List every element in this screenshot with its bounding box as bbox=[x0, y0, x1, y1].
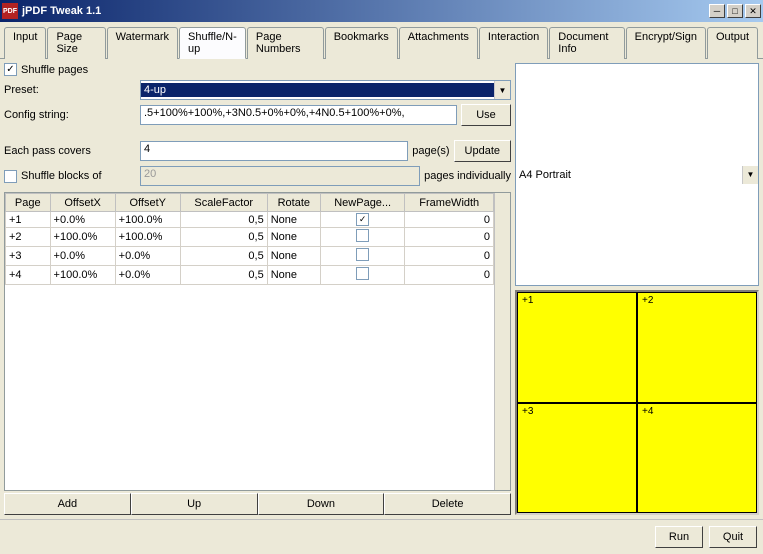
minimize-button[interactable]: ─ bbox=[709, 4, 725, 18]
shuffle-blocks-input: 20 bbox=[140, 166, 420, 186]
page-format-value: A4 Portrait bbox=[516, 168, 742, 182]
shuffle-pages-label: Shuffle pages bbox=[21, 64, 88, 76]
tab-input[interactable]: Input bbox=[4, 27, 46, 59]
tab-page-size[interactable]: Page Size bbox=[47, 27, 105, 59]
col-scalefactor[interactable]: ScaleFactor bbox=[180, 194, 267, 212]
preview-cell-2: +2 bbox=[637, 292, 757, 403]
preview-cell-3: +3 bbox=[517, 403, 637, 514]
tab-document-info[interactable]: Document Info bbox=[549, 27, 624, 59]
pages-label: page(s) bbox=[412, 145, 449, 157]
chevron-down-icon[interactable]: ▼ bbox=[742, 166, 758, 184]
shuffle-blocks-checkbox[interactable] bbox=[4, 170, 17, 183]
up-button[interactable]: Up bbox=[131, 493, 258, 515]
page-preview: +1 +2 +3 +4 bbox=[515, 290, 759, 515]
tab-interaction[interactable]: Interaction bbox=[479, 27, 548, 59]
down-button[interactable]: Down bbox=[258, 493, 385, 515]
tab-attachments[interactable]: Attachments bbox=[399, 27, 478, 59]
each-pass-label: Each pass covers bbox=[4, 145, 136, 157]
run-button[interactable]: Run bbox=[655, 526, 703, 548]
each-pass-input[interactable]: 4 bbox=[140, 141, 408, 161]
chevron-down-icon[interactable]: ▼ bbox=[494, 81, 510, 99]
newpage-checkbox[interactable] bbox=[356, 267, 369, 280]
window-title: jPDF Tweak 1.1 bbox=[22, 5, 707, 17]
tab-encrypt-sign[interactable]: Encrypt/Sign bbox=[626, 27, 706, 59]
table-row[interactable]: +1+0.0%+100.0%0,5None✓0 bbox=[6, 212, 494, 228]
table-row[interactable]: +3+0.0%+0.0%0,5None0 bbox=[6, 247, 494, 266]
col-rotate[interactable]: Rotate bbox=[267, 194, 320, 212]
delete-button[interactable]: Delete bbox=[384, 493, 511, 515]
page-format-dropdown[interactable]: A4 Portrait ▼ bbox=[515, 63, 759, 286]
newpage-checkbox[interactable] bbox=[356, 248, 369, 261]
table-row[interactable]: +2+100.0%+100.0%0,5None0 bbox=[6, 228, 494, 247]
config-string-input[interactable]: .5+100%+100%,+3N0.5+0%+0%,+4N0.5+100%+0%… bbox=[140, 105, 457, 125]
tab-page-numbers[interactable]: Page Numbers bbox=[247, 27, 324, 59]
tab-bookmarks[interactable]: Bookmarks bbox=[325, 27, 398, 59]
app-icon: PDF bbox=[2, 3, 18, 19]
preview-cell-4: +4 bbox=[637, 403, 757, 514]
col-newpage[interactable]: NewPage... bbox=[320, 194, 405, 212]
maximize-button[interactable]: □ bbox=[727, 4, 743, 18]
titlebar: PDF jPDF Tweak 1.1 ─ □ ✕ bbox=[0, 0, 763, 22]
tab-shuffle-nup[interactable]: Shuffle/N-up bbox=[179, 27, 246, 59]
add-button[interactable]: Add bbox=[4, 493, 131, 515]
tab-watermark[interactable]: Watermark bbox=[107, 27, 178, 59]
tab-output[interactable]: Output bbox=[707, 27, 758, 59]
tab-bar: Input Page Size Watermark Shuffle/N-up P… bbox=[0, 22, 763, 59]
table-scrollbar[interactable] bbox=[494, 193, 510, 490]
preset-dropdown[interactable]: 4-up ▼ bbox=[140, 80, 511, 100]
config-string-label: Config string: bbox=[4, 109, 136, 121]
pages-individually-label: pages individually bbox=[424, 170, 511, 182]
quit-button[interactable]: Quit bbox=[709, 526, 757, 548]
shuffle-pages-checkbox[interactable]: ✓ bbox=[4, 63, 17, 76]
shuffle-table: Page OffsetX OffsetY ScaleFactor Rotate … bbox=[4, 192, 511, 491]
update-button[interactable]: Update bbox=[454, 140, 511, 162]
preset-label: Preset: bbox=[4, 84, 136, 96]
close-button[interactable]: ✕ bbox=[745, 4, 761, 18]
newpage-checkbox[interactable]: ✓ bbox=[356, 213, 369, 226]
col-offsety[interactable]: OffsetY bbox=[115, 194, 180, 212]
col-framewidth[interactable]: FrameWidth bbox=[405, 194, 494, 212]
newpage-checkbox[interactable] bbox=[356, 229, 369, 242]
shuffle-blocks-label: Shuffle blocks of bbox=[21, 170, 136, 182]
preset-value: 4-up bbox=[141, 83, 494, 97]
table-row[interactable]: +4+100.0%+0.0%0,5None0 bbox=[6, 266, 494, 285]
footer: Run Quit bbox=[0, 519, 763, 554]
col-page[interactable]: Page bbox=[6, 194, 51, 212]
use-button[interactable]: Use bbox=[461, 104, 511, 126]
preview-cell-1: +1 bbox=[517, 292, 637, 403]
col-offsetx[interactable]: OffsetX bbox=[50, 194, 115, 212]
